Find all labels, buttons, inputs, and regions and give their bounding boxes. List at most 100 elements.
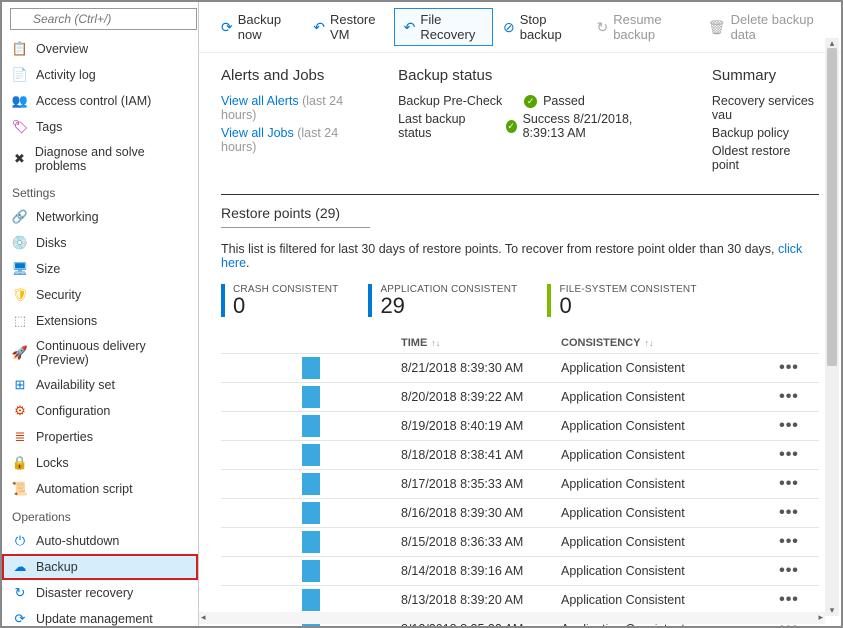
delete-icon: 🗑 bbox=[708, 19, 726, 36]
restore-point-time: 8/14/2018 8:39:16 AM bbox=[401, 564, 561, 578]
restore-point-time: 8/16/2018 8:39:30 AM bbox=[401, 506, 561, 520]
summary-vault: Recovery services vau bbox=[712, 94, 819, 122]
restore-point-row[interactable]: 8/14/2018 8:39:16 AMApplication Consiste… bbox=[221, 556, 819, 585]
sidebar-item-extensions[interactable]: ⬚ Extensions bbox=[2, 308, 198, 334]
sidebar-item-label: Size bbox=[36, 262, 60, 276]
sidebar-item-access-control-iam-[interactable]: 👥Access control (IAM) bbox=[2, 88, 198, 114]
sidebar-item-automation-script[interactable]: 📜Automation script bbox=[2, 476, 198, 502]
sidebar-item-networking[interactable]: 🔗Networking bbox=[2, 204, 198, 230]
sidebar-item-locks[interactable]: 🔒Locks bbox=[2, 450, 198, 476]
sidebar-item-disaster-recovery[interactable]: ↻Disaster recovery bbox=[2, 580, 198, 606]
main-panel: ⟳Backup now ↶Restore VM ↶File Recovery ⊘… bbox=[199, 2, 841, 626]
restore-point-consistency: Application Consistent bbox=[561, 361, 759, 375]
extensions-icon: ⬚ bbox=[12, 313, 28, 329]
backup-now-button[interactable]: ⟳Backup now bbox=[211, 8, 303, 46]
col-consistency-header[interactable]: CONSISTENCY↑↓ bbox=[561, 337, 759, 349]
restore-point-time: 8/20/2018 8:39:22 AM bbox=[401, 390, 561, 404]
delete-backup-button: 🗑Delete backup data bbox=[698, 8, 829, 46]
row-menu-button[interactable]: ••• bbox=[759, 446, 819, 464]
sidebar-item-auto-shutdown[interactable]: ⏻Auto-shutdown bbox=[2, 528, 198, 554]
sidebar-item-label: Activity log bbox=[36, 68, 96, 82]
row-menu-button[interactable]: ••• bbox=[759, 562, 819, 580]
sidebar-item-availability-set[interactable]: ⊞Availability set bbox=[2, 372, 198, 398]
restore-point-row[interactable]: 8/20/2018 8:39:22 AMApplication Consiste… bbox=[221, 382, 819, 411]
sort-icon: ↑↓ bbox=[431, 338, 440, 348]
auto-shutdown-icon: ⏻ bbox=[12, 533, 28, 549]
lastbackup-value: Success 8/21/2018, 8:39:13 AM bbox=[523, 112, 672, 140]
file-recovery-button[interactable]: ↶File Recovery bbox=[394, 8, 493, 46]
restore-point-consistency: Application Consistent bbox=[561, 448, 759, 462]
restore-point-icon bbox=[302, 386, 320, 408]
restore-point-icon bbox=[302, 444, 320, 466]
row-menu-button[interactable]: ••• bbox=[759, 591, 819, 609]
sidebar-item-size[interactable]: 🖥 Size bbox=[2, 256, 198, 282]
scroll-left-icon[interactable]: ◂ bbox=[201, 612, 206, 623]
restore-point-row[interactable]: 8/19/2018 8:40:19 AMApplication Consiste… bbox=[221, 411, 819, 440]
row-menu-button[interactable]: ••• bbox=[759, 504, 819, 522]
sidebar-item-label: Access control (IAM) bbox=[36, 94, 151, 108]
restore-point-time: 8/18/2018 8:38:41 AM bbox=[401, 448, 561, 462]
configuration-icon: ⚙ bbox=[12, 403, 28, 419]
content-area: Alerts and Jobs View all Alerts (last 24… bbox=[199, 53, 841, 626]
disaster-recovery-icon: ↻ bbox=[12, 585, 28, 601]
sidebar-item-properties[interactable]: ≣Properties bbox=[2, 424, 198, 450]
sidebar-item-overview[interactable]: 📋Overview bbox=[2, 36, 198, 62]
row-menu-button[interactable]: ••• bbox=[759, 533, 819, 551]
sidebar-item-diagnose-and-solve-problems[interactable]: ✖ Diagnose and solve problems bbox=[2, 140, 198, 178]
col-time-header[interactable]: TIME↑↓ bbox=[401, 337, 561, 349]
restore-point-consistency: Application Consistent bbox=[561, 564, 759, 578]
sidebar-item-label: Extensions bbox=[36, 314, 97, 328]
scroll-right-icon[interactable]: ▸ bbox=[818, 612, 823, 623]
size-icon: 🖥 bbox=[12, 261, 28, 277]
restore-point-icon bbox=[302, 560, 320, 582]
sidebar-item-security[interactable]: 🛡Security bbox=[2, 282, 198, 308]
restore-point-time: 8/17/2018 8:35:33 AM bbox=[401, 477, 561, 491]
summary-title: Summary bbox=[712, 67, 819, 84]
sidebar-item-disks[interactable]: 💿Disks bbox=[2, 230, 198, 256]
view-all-jobs-link[interactable]: View all Jobs bbox=[221, 126, 294, 140]
restore-point-icon bbox=[302, 502, 320, 524]
search-input[interactable] bbox=[10, 8, 197, 30]
backup-icon: ☁ bbox=[12, 559, 28, 575]
restore-point-row[interactable]: 8/16/2018 8:39:30 AMApplication Consiste… bbox=[221, 498, 819, 527]
restore-point-row[interactable]: 8/17/2018 8:35:33 AMApplication Consiste… bbox=[221, 469, 819, 498]
sidebar-item-configuration[interactable]: ⚙Configuration bbox=[2, 398, 198, 424]
resume-icon: ↻ bbox=[596, 19, 608, 36]
restore-point-row[interactable]: 8/15/2018 8:36:33 AMApplication Consiste… bbox=[221, 527, 819, 556]
sidebar-item-label: Properties bbox=[36, 430, 93, 444]
sidebar-item-label: Automation script bbox=[36, 482, 133, 496]
scroll-down-icon[interactable]: ▾ bbox=[825, 605, 839, 616]
sidebar-item-update-management[interactable]: ⟳Update management bbox=[2, 606, 198, 626]
backup-status-title: Backup status bbox=[398, 67, 672, 84]
row-menu-button[interactable]: ••• bbox=[759, 359, 819, 377]
restore-point-consistency: Application Consistent bbox=[561, 506, 759, 520]
restore-point-row[interactable]: 8/18/2018 8:38:41 AMApplication Consiste… bbox=[221, 440, 819, 469]
restore-point-row[interactable]: 8/21/2018 8:39:30 AMApplication Consiste… bbox=[221, 353, 819, 382]
restore-point-consistency: Application Consistent bbox=[561, 535, 759, 549]
scrollbar-thumb[interactable] bbox=[827, 48, 837, 366]
row-menu-button[interactable]: ••• bbox=[759, 475, 819, 493]
sidebar-item-label: Networking bbox=[36, 210, 99, 224]
sidebar-item-label: Overview bbox=[36, 42, 88, 56]
sidebar-item-backup[interactable]: ☁Backup bbox=[2, 554, 198, 580]
resume-backup-button: ↻Resume backup bbox=[586, 8, 697, 46]
stat-application-consistent: APPLICATION CONSISTENT29 bbox=[368, 284, 517, 317]
diagnose-and-solve-problems-icon: ✖ bbox=[12, 151, 27, 167]
disks-icon: 💿 bbox=[12, 235, 28, 251]
settings-header: Settings bbox=[2, 178, 198, 204]
sidebar-item-tags[interactable]: 🏷Tags bbox=[2, 114, 198, 140]
restore-point-row[interactable]: 8/13/2018 8:39:20 AMApplication Consiste… bbox=[221, 585, 819, 614]
row-menu-button[interactable]: ••• bbox=[759, 388, 819, 406]
vertical-scrollbar[interactable]: ▴ ▾ bbox=[825, 38, 839, 616]
view-all-alerts-link[interactable]: View all Alerts bbox=[221, 94, 299, 108]
row-menu-button[interactable]: ••• bbox=[759, 417, 819, 435]
restore-vm-button[interactable]: ↶Restore VM bbox=[303, 8, 393, 46]
availability-set-icon: ⊞ bbox=[12, 377, 28, 393]
sidebar-item-continuous-delivery-preview-[interactable]: 🚀Continuous delivery (Preview) bbox=[2, 334, 198, 372]
sidebar-item-label: Diagnose and solve problems bbox=[35, 145, 188, 173]
stop-backup-button[interactable]: ⊘Stop backup bbox=[493, 8, 586, 46]
stop-icon: ⊘ bbox=[503, 19, 515, 36]
sidebar-item-activity-log[interactable]: 📄Activity log bbox=[2, 62, 198, 88]
locks-icon: 🔒 bbox=[12, 455, 28, 471]
horizontal-scrollbar[interactable]: ◂ ▸ bbox=[199, 612, 825, 624]
